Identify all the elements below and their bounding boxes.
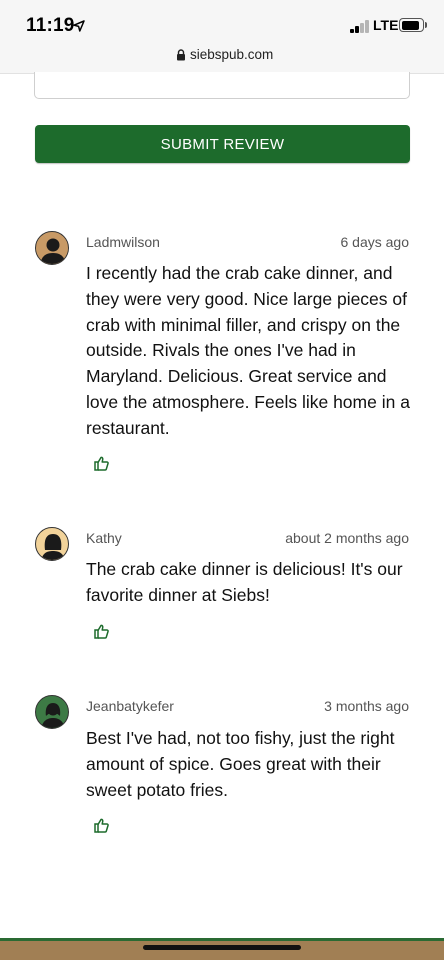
status-bar: 11:19 LTE siebspub.com <box>0 0 444 74</box>
signal-icon <box>350 19 372 33</box>
thumbs-up-icon[interactable] <box>94 456 109 471</box>
thumbs-up-icon[interactable] <box>94 624 109 639</box>
review-text: Best I've had, not too fishy, just the r… <box>86 728 395 800</box>
lock-icon <box>177 49 185 61</box>
home-indicator[interactable] <box>143 945 301 950</box>
review-time: 6 days ago <box>340 234 410 250</box>
reviewer-name: Ladmwilson <box>86 234 160 250</box>
person-avatar-icon <box>35 695 69 729</box>
thumbs-up-icon[interactable] <box>94 818 109 833</box>
location-arrow-icon <box>73 20 85 32</box>
status-time: 11:19 <box>26 15 75 36</box>
url-domain[interactable]: siebspub.com <box>190 47 273 62</box>
review-text: I recently had the crab cake dinner, and… <box>86 263 410 438</box>
review-time: about 2 months ago <box>285 530 409 546</box>
review-text: The crab cake dinner is delicious! It's … <box>86 559 403 605</box>
battery-tip <box>425 22 427 28</box>
person-avatar-icon <box>35 231 69 265</box>
battery-icon <box>399 18 424 32</box>
reviewer-name: Jeanbatykefer <box>86 698 174 714</box>
person-avatar-icon <box>35 527 69 561</box>
review-time: 3 months ago <box>324 698 409 714</box>
submit-review-button[interactable]: SUBMIT REVIEW <box>35 125 410 163</box>
network-type: LTE <box>373 17 399 33</box>
review-textarea[interactable] <box>34 72 410 99</box>
reviewer-name: Kathy <box>86 530 122 546</box>
